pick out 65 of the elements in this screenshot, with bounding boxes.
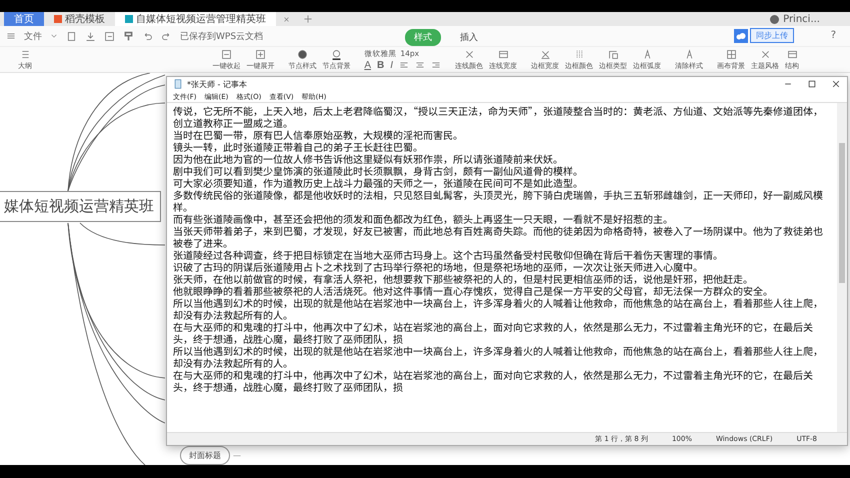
copy-icon [66, 30, 77, 42]
close-icon [282, 14, 291, 24]
ribbon-icon [540, 48, 550, 60]
help-button[interactable]: ? [830, 30, 836, 41]
ribbon-icon [608, 48, 618, 60]
text-line: 张道陵经过各种调查，终于把目标锁定在当地大巫师古玛身上。这个古玛虽然备受村民敬仰但确在背后干着伤天害理的事情。 [173, 249, 724, 261]
undo-icon [142, 30, 153, 42]
text-line: 所以当他遇到幻术的时候，出现的就是他站在岩浆池中一块高台上，许多浑身着火的人喊着让他救命，而他焦急的站在高台上，看着那些人往上爬，却没有办法救起所有的人。 [173, 345, 824, 369]
text-line: 识破了古玛的阴谋后张道陵用占卜之术找到了古玛举行祭祀的场地，但是祭祀场地的巫师，一次次让张天师进入心魔中。 [173, 261, 703, 273]
align-left-icon [399, 60, 409, 70]
format-button[interactable]: B [376, 60, 384, 70]
chevron-down-icon [50, 32, 58, 40]
template-icon [54, 15, 62, 23]
format-button[interactable]: A [364, 60, 371, 70]
redo-icon [161, 30, 172, 42]
text-line: 剧中我们可以看到樊少皇饰演的张道陵此时长须飘飘，身背古剑，颇有一副仙风道骨的模样。 [173, 165, 584, 177]
close-icon [831, 79, 841, 89]
plus-icon [303, 14, 313, 24]
export-icon [104, 30, 115, 42]
ribbon-icon [786, 48, 798, 60]
ribbon-icon [296, 48, 308, 60]
format-painter-icon [123, 30, 134, 42]
download-icon [85, 30, 96, 42]
text-line: 多数传统民俗的张道陵像，都是他收妖时的法相，只见怒目虬髯客，头顶灵光，胯下骑白虎瑞兽，手执三五斩邪雌雄剑，正一天师印，好一副威风模样。 [173, 189, 824, 213]
maximize-icon [807, 79, 817, 89]
ribbon-icon [498, 48, 508, 60]
ribbon-icon [330, 48, 342, 60]
window-title: *张天师 - 记事本 [187, 78, 247, 90]
avatar-icon [770, 14, 780, 24]
ribbon-icon [220, 48, 232, 60]
ribbon-icon [726, 48, 736, 60]
upload-button[interactable]: 同步上传 [750, 28, 794, 43]
topic-node[interactable]: 封面标题 [180, 446, 230, 465]
format-button[interactable]: I [390, 60, 393, 70]
text-line: 所以当他遇到幻术的时候，出现的就是他站在岩浆池中一块高台上，许多浑身着火的人喊着让他救命，而他焦急的站在高台上，看着那些人往上爬，却没有办法救起所有的人。 [173, 297, 824, 321]
cloud-icon [734, 28, 748, 42]
text-line: 因为他在此地为官的一位故人修书告诉他这里疑似有妖邪作祟，所以请张道陵前来伏妖。 [173, 153, 564, 165]
mindmap-doc-icon [125, 15, 133, 23]
menu-icon [6, 31, 16, 41]
notepad-icon [173, 79, 183, 89]
file-menu[interactable]: 文件 [24, 30, 42, 42]
text-line: 在与大巫师的和鬼魂的打斗中，他再次中了幻术，站在岩浆池的高台上，面对向它求救的人，依然是那么无力，不过雷着主角光环的它，在最后关头，终于想通，战胜心魔，最终打败了巫师团队，损 [173, 321, 814, 345]
text-line: 可大家必须要知道，作为道教历史上战斗力最强的天师之一，张道陵在民间可不是如此造型。 [173, 177, 584, 189]
central-topic[interactable]: 媒体短视频运营精英班 [0, 191, 161, 222]
text-line: 镜头一转，此时张道陵正带着自己的弟子王长赶往巴蜀。 [173, 141, 423, 153]
text-line: 当张天师带着弟子，来到巴蜀，才发现，好友已被害，而此地总有百姓离奇失踪。而他的徒弟因为命格奇特，被卷入了一场阴谋中。他为了救徒弟也被卷了进来。 [173, 225, 824, 249]
ribbon-icon [464, 48, 474, 60]
save-status: 已保存到WPS云文档 [180, 30, 264, 42]
text-line: 当时在巴蜀一带，原有巴人信奉原始巫教，大规模的淫祀而害民。 [173, 129, 464, 141]
scrollbar[interactable] [837, 103, 847, 432]
browser-tab[interactable]: 自媒体短视频运营管理精英班 [115, 12, 276, 26]
text-line: 张天师，在他以前做官的时候，有拿活人祭祀，他想要救下那些被祭祀的人的，但是村民更相信巫师的话，说他是奸邪，把他赶走。 [173, 273, 754, 285]
outline-icon [20, 48, 30, 60]
user-name[interactable]: Princi... [783, 14, 820, 24]
align-center-icon [415, 60, 425, 70]
mode-tab[interactable]: 插入 [451, 29, 487, 46]
browser-tab[interactable]: 稻壳模板 [44, 12, 115, 26]
text-line: 传说，它无所不能，上天入地，后太上老君降临蜀汉，“授以三天正法，命为天师”，张道陵整合当时的：黄老派、方仙道、文始派等先秦修道团体，创立道教称正一盟威之道。 [173, 105, 824, 129]
text-line: 而有些张道陵画像中，甚至还会把他的须发和面色都改为红色，额头上再竖生一只天眼，一看就不是好招惹的主。 [173, 213, 674, 225]
text-line: 在与大巫师的和鬼魂的打斗中，他再次中了幻术，站在岩浆池的高台上，面对向它求救的人，依然是那么无力，不过雷着主角光环的它，在最后关头，终于想通，战胜心魔，最终打败了巫师团队，损 [173, 369, 814, 393]
text-line: 他就眼睁睁的看着那些被祭祀的人活活烧死。他对这件事情一直心存愧疚，觉得自己是保一方平安的父母官，却无法保一方群众的安全。 [173, 285, 774, 297]
browser-tab[interactable]: 首页 [4, 12, 44, 26]
ribbon-icon [254, 48, 266, 60]
ribbon-icon [760, 48, 770, 60]
align-right-icon [431, 60, 441, 70]
